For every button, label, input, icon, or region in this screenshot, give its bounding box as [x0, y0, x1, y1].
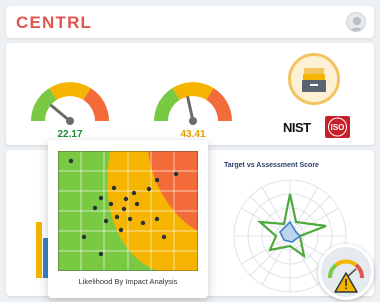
warning-gauge-icon[interactable]: [318, 244, 374, 300]
radar-chart-title: Target vs Assessment Score: [224, 162, 319, 169]
document-folder-icon: [288, 53, 340, 105]
heatmap-title: Likelihood By Impact Analysis: [78, 277, 178, 286]
top-bar: CENTRL: [6, 6, 374, 38]
identify-gauge-dial: [154, 82, 232, 125]
overall-score-value: 22.17: [57, 129, 83, 140]
overall-gauge-dial: [31, 82, 109, 125]
nist-logo: NIST: [283, 120, 311, 135]
score-gauges-card: 22.17 Overall 43.41 Identify NIST ISO: [6, 43, 374, 150]
iso-logo: ISO: [325, 116, 350, 138]
overall-gauge[interactable]: 22.17 Overall: [20, 61, 120, 150]
identify-gauge[interactable]: 43.41 Identify: [143, 61, 243, 150]
svg-text:ISO: ISO: [331, 123, 345, 132]
heatmap-chart[interactable]: [58, 151, 198, 271]
likelihood-impact-popup: Likelihood By Impact Analysis: [48, 140, 208, 298]
brand-logo[interactable]: CENTRL: [16, 13, 92, 33]
bar-yellow: [36, 222, 42, 278]
user-avatar-icon[interactable]: [346, 12, 366, 32]
identify-score-value: 43.41: [180, 129, 206, 140]
